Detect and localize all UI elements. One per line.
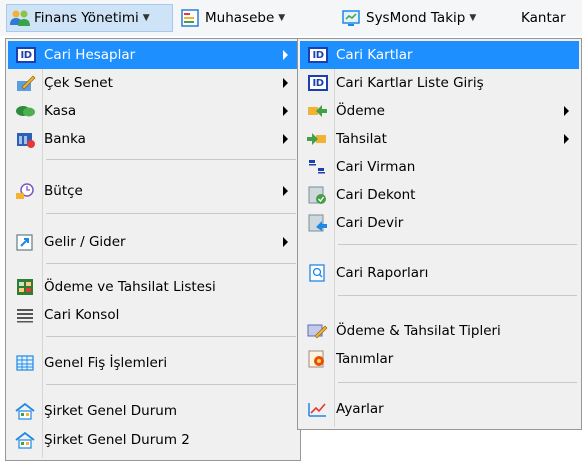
menu-item-cari-devir[interactable]: Cari Devir bbox=[300, 209, 579, 237]
menu-item-cek-senet[interactable]: Çek Senet bbox=[8, 69, 298, 97]
menu-item-odeme-tahsilat-tipleri[interactable]: Ödeme & Tahsilat Tipleri bbox=[300, 317, 579, 345]
id-card-icon: ID bbox=[306, 73, 330, 93]
menu-item-label: Genel Fiş İşlemleri bbox=[44, 355, 168, 371]
table-icon bbox=[14, 353, 38, 373]
submenu-arrow-icon bbox=[283, 134, 288, 144]
menu-item-label: Cari Dekont bbox=[336, 187, 416, 203]
menu-item-label: Şirket Genel Durum bbox=[44, 403, 177, 419]
monitor-icon bbox=[341, 8, 363, 28]
menu-item-label: Cari Kartlar Liste Giriş bbox=[336, 75, 484, 91]
carryover-icon bbox=[306, 213, 330, 233]
menu-item-kasa[interactable]: Kasa bbox=[8, 97, 298, 125]
list-grid-icon bbox=[14, 277, 38, 297]
company-status-icon bbox=[14, 430, 38, 450]
menu-item-label: Cari Konsol bbox=[44, 307, 120, 323]
menu-item-label: Cari Devir bbox=[336, 215, 404, 231]
submenu-arrow-icon bbox=[283, 50, 288, 60]
menu-item-tanimlar[interactable]: Tanımlar bbox=[300, 345, 579, 373]
menu-bar: Finans Yönetimi ▼ Muhasebe ▼ SysMond Tak… bbox=[0, 0, 582, 36]
menu-item-ayarlar[interactable]: Ayarlar bbox=[300, 395, 579, 423]
menubar-label: SysMond Takip bbox=[366, 10, 466, 26]
menu-item-genel-fis-islemleri[interactable]: Genel Fiş İşlemleri bbox=[8, 349, 298, 377]
menu-item-label: Cari Hesaplar bbox=[44, 47, 136, 63]
menu-item-label: Cari Virman bbox=[336, 159, 416, 175]
id-card-icon: ID bbox=[14, 45, 38, 65]
menu-item-label: Banka bbox=[44, 131, 86, 147]
chevron-down-icon: ▼ bbox=[469, 13, 477, 23]
menu-item-odeme-tahsilat-listesi[interactable]: Ödeme ve Tahsilat Listesi bbox=[8, 273, 298, 301]
menubar-label: Finans Yönetimi bbox=[34, 10, 139, 26]
menu-item-label: Gelir / Gider bbox=[44, 234, 126, 250]
report-icon bbox=[306, 263, 330, 283]
budget-icon bbox=[14, 181, 38, 201]
menu-separator bbox=[46, 384, 296, 385]
menu-item-label: Çek Senet bbox=[44, 75, 113, 91]
console-lines-icon bbox=[14, 305, 38, 325]
menu-item-cari-kartlar[interactable]: ID Cari Kartlar bbox=[300, 41, 579, 69]
definitions-icon bbox=[306, 349, 330, 369]
menu-separator bbox=[338, 295, 577, 296]
submenu-arrow-icon bbox=[283, 237, 288, 247]
menu-item-label: Şirket Genel Durum 2 bbox=[44, 432, 190, 448]
menu-item-butce[interactable]: Bütçe bbox=[8, 177, 298, 205]
transfer-icon bbox=[306, 157, 330, 177]
menubar-label: Muhasebe bbox=[205, 10, 275, 26]
menu-item-tahsilat[interactable]: Tahsilat bbox=[300, 125, 579, 153]
menu-item-label: Tahsilat bbox=[336, 131, 387, 147]
menu-item-sirket-genel-durum[interactable]: Şirket Genel Durum bbox=[8, 397, 298, 425]
menu-separator bbox=[46, 336, 296, 337]
bank-icon bbox=[14, 129, 38, 149]
payment-arrow-icon bbox=[306, 101, 330, 121]
menubar-muhasebe[interactable]: Muhasebe ▼ bbox=[178, 5, 336, 31]
menu-item-banka[interactable]: Banka bbox=[8, 125, 298, 153]
submenu-arrow-icon bbox=[283, 78, 288, 88]
menu-item-cari-raporlari[interactable]: Cari Raporları bbox=[300, 259, 579, 287]
menu-separator bbox=[46, 159, 296, 160]
cari-hesaplar-submenu: ID Cari Kartlar ID Cari Kartlar Liste Gi… bbox=[297, 38, 582, 430]
submenu-arrow-icon bbox=[283, 106, 288, 116]
submenu-arrow-icon bbox=[564, 134, 569, 144]
menu-separator bbox=[46, 263, 296, 264]
collection-arrow-icon bbox=[306, 129, 330, 149]
submenu-arrow-icon bbox=[564, 106, 569, 116]
menu-item-cari-kartlar-liste-giris[interactable]: ID Cari Kartlar Liste Giriş bbox=[300, 69, 579, 97]
menubar-label: Kantar bbox=[521, 10, 566, 26]
ledger-icon bbox=[180, 8, 202, 28]
menu-item-cari-konsol[interactable]: Cari Konsol bbox=[8, 301, 298, 329]
menu-item-label: Ödeme ve Tahsilat Listesi bbox=[44, 279, 216, 295]
menu-separator bbox=[338, 244, 577, 245]
menu-item-label: Bütçe bbox=[44, 183, 83, 199]
chevron-down-icon: ▼ bbox=[142, 13, 150, 23]
menu-item-cari-virman[interactable]: Cari Virman bbox=[300, 153, 579, 181]
pen-document-icon bbox=[14, 73, 38, 93]
menubar-sysmond-takip[interactable]: SysMond Takip ▼ bbox=[339, 5, 514, 31]
finans-yonetimi-menu: ID Cari Hesaplar Çek Senet Kasa Banka Bü… bbox=[5, 38, 301, 461]
menu-separator bbox=[338, 382, 577, 383]
id-card-icon: ID bbox=[306, 45, 330, 65]
receipt-icon bbox=[306, 185, 330, 205]
menu-item-label: Tanımlar bbox=[336, 351, 394, 367]
menubar-finans-yonetimi[interactable]: Finans Yönetimi ▼ bbox=[6, 4, 173, 32]
menu-item-label: Ayarlar bbox=[336, 401, 384, 417]
menu-item-odeme[interactable]: Ödeme bbox=[300, 97, 579, 125]
users-icon bbox=[9, 8, 31, 28]
menu-item-label: Kasa bbox=[44, 103, 77, 119]
settings-chart-icon bbox=[306, 399, 330, 419]
menu-item-sirket-genel-durum-2[interactable]: Şirket Genel Durum 2 bbox=[8, 426, 298, 454]
menu-item-label: Cari Raporları bbox=[336, 265, 429, 281]
menu-item-gelir-gider[interactable]: Gelir / Gider bbox=[8, 228, 298, 256]
menu-item-cari-hesaplar[interactable]: ID Cari Hesaplar bbox=[8, 41, 298, 69]
menubar-kantar[interactable]: Kantar bbox=[521, 5, 582, 31]
menu-item-label: Cari Kartlar bbox=[336, 47, 413, 63]
menu-separator bbox=[46, 213, 296, 214]
company-status-icon bbox=[14, 401, 38, 421]
types-icon bbox=[306, 321, 330, 341]
money-icon bbox=[14, 101, 38, 121]
menu-item-label: Ödeme & Tahsilat Tipleri bbox=[336, 323, 501, 339]
chevron-down-icon: ▼ bbox=[278, 13, 286, 23]
menu-item-cari-dekont[interactable]: Cari Dekont bbox=[300, 181, 579, 209]
menu-item-label: Ödeme bbox=[336, 103, 385, 119]
income-expense-icon bbox=[14, 232, 38, 252]
submenu-arrow-icon bbox=[283, 186, 288, 196]
